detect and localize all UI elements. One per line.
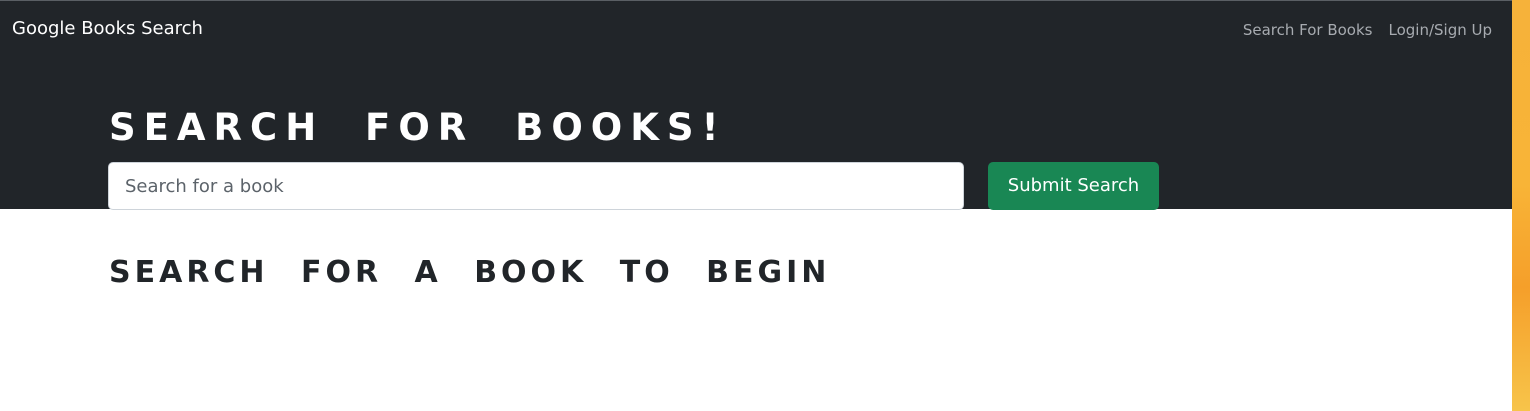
header-region: Google Books Search Search For Books Log… bbox=[0, 0, 1512, 210]
search-input[interactable] bbox=[108, 162, 964, 210]
navbar-brand[interactable]: Google Books Search bbox=[12, 17, 203, 41]
desktop-background-edge bbox=[1512, 0, 1530, 411]
nav-link-search-for-books[interactable]: Search For Books bbox=[1243, 19, 1373, 41]
submit-search-button[interactable]: Submit Search bbox=[988, 162, 1159, 210]
nav-link-login-signup[interactable]: Login/Sign Up bbox=[1388, 19, 1492, 41]
navbar-links: Search For Books Login/Sign Up bbox=[1243, 19, 1492, 41]
results-heading: SEARCH FOR A BOOK TO BEGIN bbox=[109, 255, 831, 290]
page-title: SEARCH FOR BOOKS! bbox=[109, 106, 727, 149]
navbar: Google Books Search Search For Books Log… bbox=[0, 1, 1512, 59]
page: Google Books Search Search For Books Log… bbox=[0, 0, 1530, 411]
